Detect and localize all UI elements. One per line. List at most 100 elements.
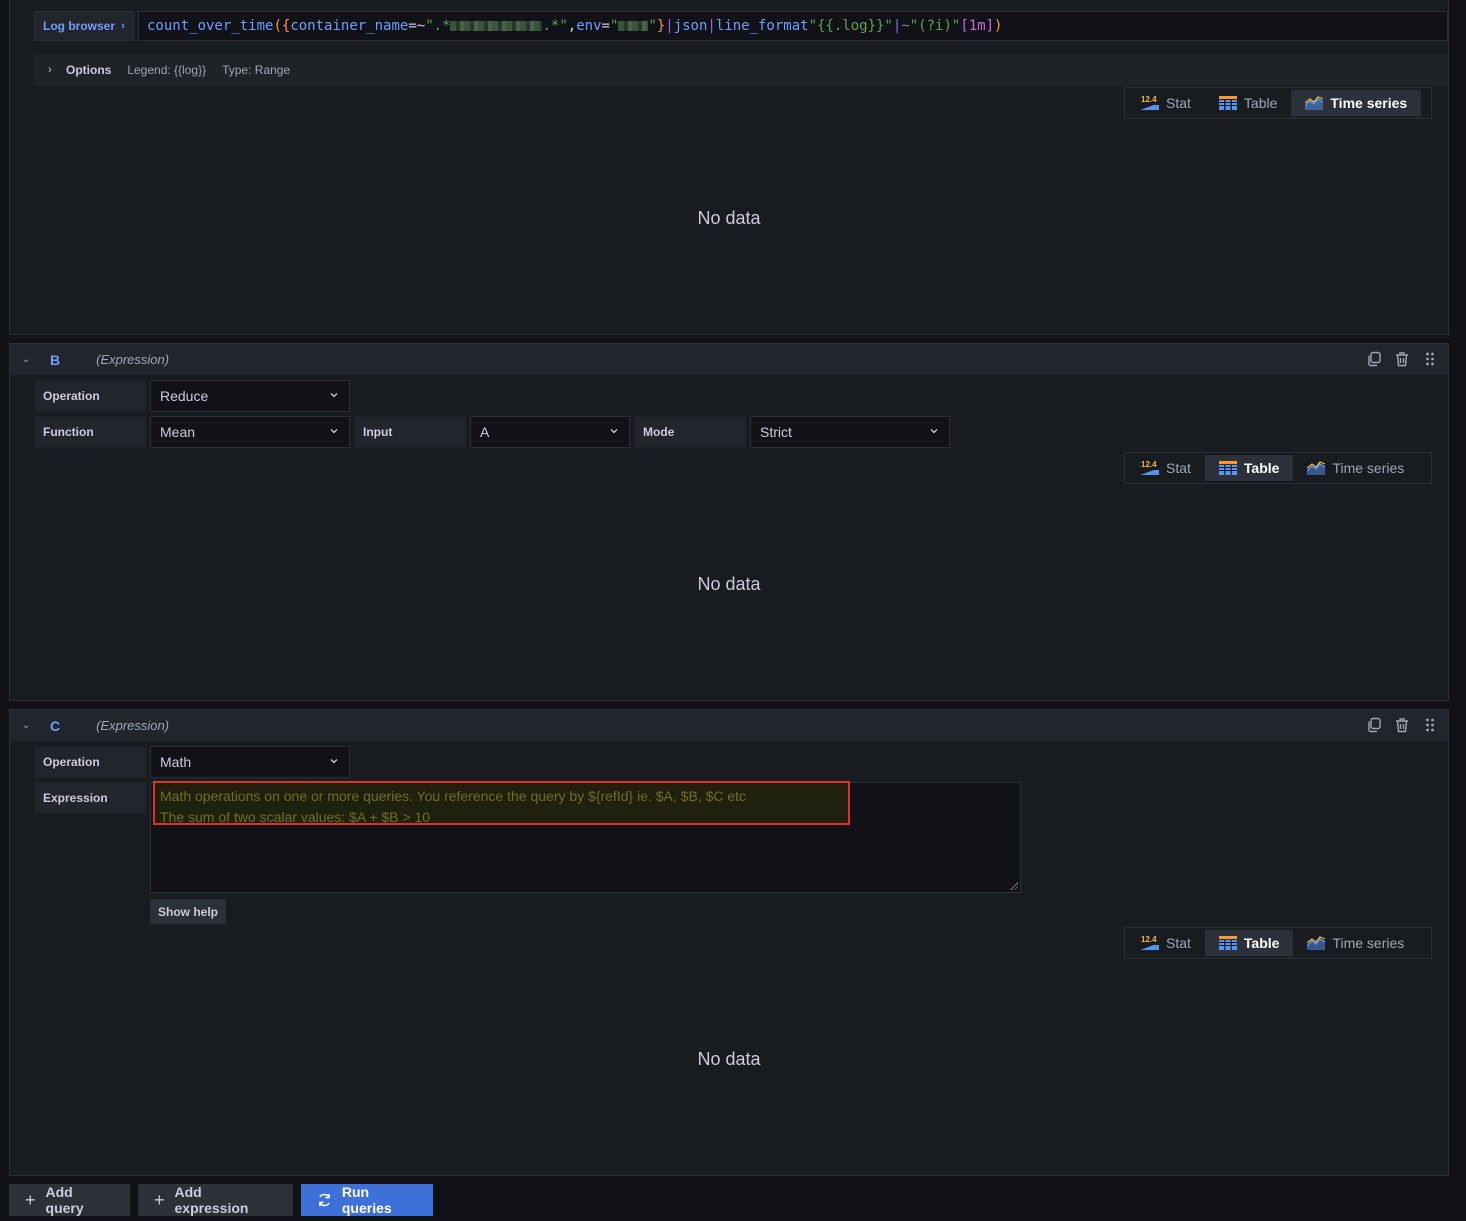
query-type: (Expression) — [96, 718, 170, 733]
highlight-annotation — [153, 781, 850, 825]
view-stat-button[interactable]: 12.4 Stat — [1127, 90, 1205, 116]
query-c-panel: ⌄ C (Expression) Operation Math Expressi… — [9, 709, 1449, 1176]
stat-icon: 12.4 — [1141, 461, 1159, 475]
duplicate-icon[interactable] — [1366, 351, 1382, 367]
options-legend: Legend: {{log}} — [127, 63, 207, 77]
time-series-icon — [1307, 936, 1326, 950]
options-title: Options — [66, 63, 112, 77]
options-type: Type: Range — [222, 63, 291, 77]
mode-select[interactable]: Strict — [750, 416, 950, 448]
query-token: | — [665, 18, 674, 34]
operation-select[interactable]: Math — [150, 746, 350, 778]
view-time-series-button[interactable]: Time series — [1293, 930, 1418, 956]
query-token: ) — [994, 18, 1003, 34]
query-token: ( — [273, 18, 282, 34]
query-a-row: Log browser › count_over_time({container… — [34, 11, 1448, 41]
query-refid[interactable]: C — [50, 718, 60, 734]
add-expression-button[interactable]: + Add expression — [138, 1184, 293, 1216]
operation-select[interactable]: Reduce — [150, 380, 350, 412]
query-token: [1m] — [960, 18, 995, 34]
query-token: line_format — [715, 18, 809, 34]
view-time-series-label: Time series — [1332, 935, 1405, 951]
query-token: container_name — [290, 18, 409, 34]
query-token: { — [281, 18, 291, 34]
query-token: } — [656, 18, 666, 34]
view-stat-button[interactable]: 12.4 Stat — [1127, 455, 1205, 481]
function-select[interactable]: Mean — [150, 416, 350, 448]
view-toggle: 12.4 Stat Table Time series — [1124, 87, 1432, 119]
chevron-right-icon: › — [121, 20, 125, 32]
duplicate-icon[interactable] — [1366, 717, 1382, 733]
query-token: "{{.log}}" — [808, 18, 893, 34]
log-browser-button[interactable]: Log browser › — [34, 11, 134, 41]
view-table-label: Table — [1243, 935, 1280, 951]
expression-label: Expression — [34, 782, 146, 814]
view-table-button[interactable]: Table — [1204, 455, 1294, 481]
view-stat-button[interactable]: 12.4 Stat — [1127, 930, 1205, 956]
chevron-down-icon — [330, 759, 338, 764]
plus-icon: + — [154, 1190, 165, 1210]
run-queries-label: Run queries — [341, 1184, 392, 1216]
query-token: " — [648, 18, 657, 34]
operation-label: Operation — [34, 380, 146, 412]
query-a-panel: Log browser › count_over_time({container… — [9, 0, 1449, 335]
trash-icon[interactable] — [1394, 717, 1410, 733]
add-query-button[interactable]: + Add query — [9, 1184, 130, 1216]
query-token: json — [673, 18, 708, 34]
query-token: count_over_time — [147, 18, 274, 34]
query-a-input[interactable]: count_over_time({container_name =~ ".* .*",… — [138, 11, 1448, 41]
query-b-header[interactable]: ⌄ B (Expression) — [10, 344, 1448, 375]
add-expression-label: Add expression — [174, 1184, 249, 1216]
query-token: = — [601, 18, 610, 34]
run-queries-button[interactable]: Run queries — [301, 1184, 433, 1216]
view-toggle: 12.4 Stat Table Time series — [1124, 927, 1432, 959]
function-value: Mean — [160, 424, 196, 440]
redacted-blur — [618, 21, 649, 31]
query-token: " — [609, 18, 619, 34]
show-help-button[interactable]: Show help — [150, 899, 226, 924]
view-table-button[interactable]: Table — [1205, 90, 1291, 116]
input-select[interactable]: A — [470, 416, 630, 448]
query-token: |~ — [892, 18, 910, 34]
stat-icon: 12.4 — [1141, 96, 1159, 110]
view-table-button[interactable]: Table — [1204, 930, 1294, 956]
chevron-down-icon — [330, 393, 338, 398]
drag-handle-icon[interactable] — [1422, 351, 1438, 367]
resize-grip-icon[interactable] — [1010, 882, 1018, 890]
query-token: , — [567, 18, 577, 34]
view-time-series-label: Time series — [1330, 95, 1408, 111]
no-data-message: No data — [697, 208, 761, 228]
query-token: .*" — [542, 18, 568, 34]
view-time-series-button[interactable]: Time series — [1293, 455, 1418, 481]
query-options-row[interactable]: › Options Legend: {{log}} Type: Range — [34, 54, 1448, 86]
operation-label: Operation — [34, 746, 146, 778]
view-time-series-label: Time series — [1332, 460, 1405, 476]
view-stat-label: Stat — [1166, 460, 1191, 476]
table-icon — [1218, 96, 1237, 110]
query-refid[interactable]: B — [50, 352, 60, 368]
query-type: (Expression) — [96, 352, 170, 367]
chevron-down-icon[interactable]: ⌄ — [22, 720, 34, 731]
trash-icon[interactable] — [1394, 351, 1410, 367]
mode-label: Mode — [634, 416, 746, 448]
plus-icon: + — [25, 1190, 36, 1210]
no-data-message: No data — [697, 574, 761, 594]
input-value: A — [480, 424, 490, 440]
redacted-blur — [450, 21, 543, 31]
table-icon — [1218, 461, 1237, 475]
query-token: =~ — [408, 18, 426, 34]
chevron-down-icon — [610, 429, 618, 434]
drag-handle-icon[interactable] — [1422, 717, 1438, 733]
query-b-panel: ⌄ B (Expression) Operation Reduce Functi… — [9, 343, 1449, 701]
time-series-icon — [1305, 96, 1324, 110]
query-actions — [1366, 717, 1438, 733]
chevron-down-icon — [330, 429, 338, 434]
query-token: "(?i)" — [909, 18, 961, 34]
view-table-label: Table — [1243, 460, 1280, 476]
query-c-header[interactable]: ⌄ C (Expression) — [10, 710, 1448, 741]
view-time-series-button[interactable]: Time series — [1291, 90, 1422, 116]
mode-value: Strict — [760, 424, 792, 440]
chevron-down-icon[interactable]: ⌄ — [22, 354, 34, 365]
query-token: | — [707, 18, 716, 34]
time-series-icon — [1307, 461, 1326, 475]
